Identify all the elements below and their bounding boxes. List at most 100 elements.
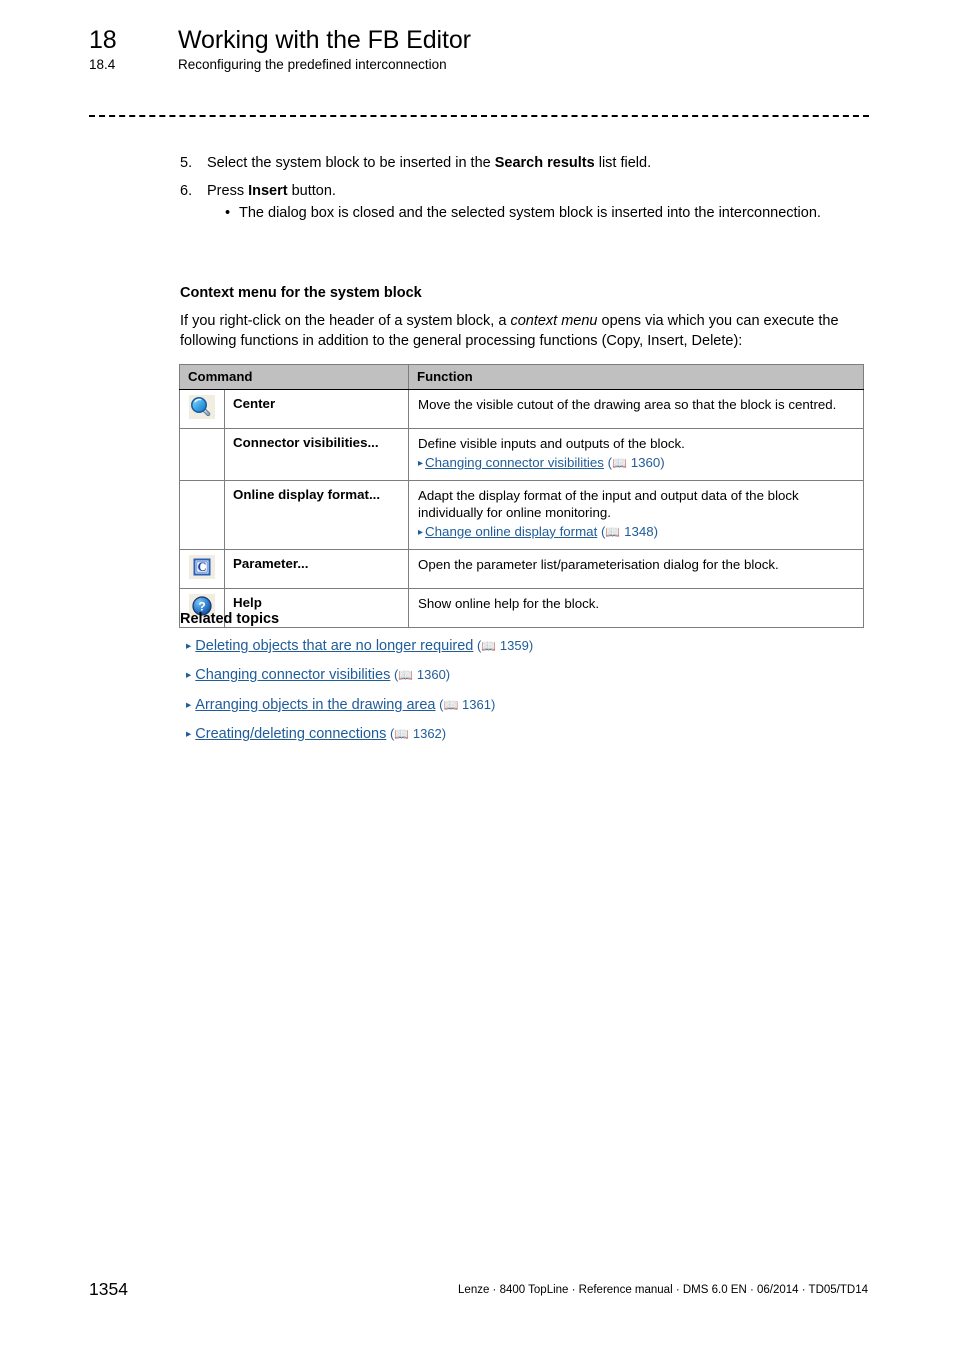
section-line: 18.4 Reconfiguring the predefined interc…	[89, 57, 879, 72]
related-topics-heading: Related topics	[180, 611, 280, 627]
related-topic-link[interactable]: Deleting objects that are no longer requ…	[195, 638, 473, 654]
step-emphasis: Insert	[248, 183, 288, 199]
table-row: ? Help Show online help for the block.	[179, 587, 864, 628]
magnifier-icon	[189, 395, 215, 419]
paragraph-part-1: If you right-click on the header of a sy…	[180, 313, 511, 329]
related-topic-item[interactable]: ▸ Deleting objects that are no longer req…	[186, 638, 786, 655]
triangle-right-icon: ▸	[418, 526, 424, 538]
related-topic-item[interactable]: ▸ Creating/deleting connections (📖 1362)	[186, 726, 786, 743]
cross-reference-page: (📖 1360)	[603, 454, 665, 470]
command-label: Parameter...	[223, 548, 410, 589]
document-page: 18 Working with the FB Editor 18.4 Recon…	[0, 0, 954, 1350]
step-text: Select the system block to be inserted i…	[207, 153, 870, 173]
cross-reference[interactable]: ▸ Changing connector visibilities (📖 1360…	[418, 454, 855, 472]
related-topic-page: (📖 1362)	[386, 726, 447, 742]
svg-text:C: C	[197, 560, 206, 574]
cross-reference-page: (📖 1348)	[597, 523, 659, 539]
related-topic-item[interactable]: ▸ Arranging objects in the drawing area (…	[186, 697, 786, 714]
function-cell: Move the visible cutout of the drawing a…	[408, 389, 864, 429]
book-icon: 📖	[398, 668, 414, 683]
column-header-command: Command	[178, 364, 410, 390]
table-header-row: Command Function	[178, 364, 864, 390]
row-icon-cell: C	[179, 548, 225, 589]
page-number: 1360	[630, 454, 661, 470]
related-topic-page: (📖 1361)	[435, 696, 496, 712]
step-item: 6. Press Insert button. • The dialog box…	[180, 181, 870, 223]
page-number: 1361	[462, 696, 491, 712]
book-icon: 📖	[481, 639, 497, 653]
parameter-c-icon: C	[189, 554, 215, 579]
book-icon: 📖	[394, 727, 410, 742]
page-number: 1360	[416, 667, 446, 683]
cross-reference-link[interactable]: Changing connector visibilities	[425, 455, 604, 470]
column-header-function: Function	[408, 364, 864, 390]
bullet-marker: •	[225, 205, 231, 221]
chapter-number: 18	[89, 26, 117, 54]
related-topic-link[interactable]: Creating/deleting connections	[195, 726, 386, 742]
function-text: Define visible inputs and outputs of the…	[418, 436, 685, 451]
function-cell: Show online help for the block.	[408, 587, 864, 628]
triangle-right-icon: ▸	[186, 698, 192, 711]
related-topic-page: (📖 1359)	[473, 638, 534, 653]
table-row: Center Move the visible cutout of the dr…	[179, 389, 864, 429]
row-icon-cell	[179, 428, 225, 481]
book-icon: 📖	[612, 455, 627, 470]
function-text: Move the visible cutout of the drawing a…	[418, 397, 837, 412]
triangle-right-icon: ▸	[186, 728, 192, 741]
command-label: Online display format...	[223, 479, 410, 550]
step-number: 6.	[180, 183, 193, 199]
section-number: 18.4	[89, 57, 116, 72]
related-topic-link[interactable]: Changing connector visibilities	[195, 667, 390, 683]
table-row: Online display format... Adapt the displ…	[179, 479, 864, 550]
page-number: 1348	[624, 523, 654, 539]
chapter-title: Working with the FB Editor	[178, 26, 471, 54]
footer-page-number: 1354	[89, 1279, 128, 1299]
page-number: 1362	[412, 726, 442, 742]
section-title: Reconfiguring the predefined interconnec…	[178, 57, 447, 72]
step-text-line: Press Insert button.	[207, 181, 870, 201]
page-header: 18 Working with the FB Editor 18.4 Recon…	[89, 26, 879, 72]
command-label: Connector visibilities...	[223, 428, 410, 481]
triangle-right-icon: ▸	[186, 640, 192, 652]
function-text: Show online help for the block.	[418, 595, 600, 611]
table-row: Connector visibilities... Define visible…	[179, 428, 864, 481]
sub-bullet-text: The dialog box is closed and the selecte…	[239, 205, 821, 221]
chapter-line: 18 Working with the FB Editor	[89, 26, 879, 55]
footer-meta-text: Lenze · 8400 TopLine · Reference manual …	[458, 1284, 868, 1296]
paragraph-italic-term: context menu	[510, 313, 598, 329]
function-text: Adapt the display format of the input an…	[418, 487, 799, 503]
function-text: Open the parameter list/parameterisation…	[418, 556, 779, 572]
context-menu-paragraph: If you right-click on the header of a sy…	[180, 311, 870, 351]
step-text-before: Select the system block to be inserted i…	[207, 155, 495, 171]
step-text-before: Press	[207, 183, 249, 199]
command-label: Center	[223, 389, 410, 429]
context-menu-heading: Context menu for the system block	[180, 285, 422, 301]
context-menu-table: Command Function Center Move the visible…	[178, 364, 864, 628]
cross-reference[interactable]: ▸ Change online display format (📖 1348)	[418, 523, 855, 541]
function-cell: Define visible inputs and outputs of the…	[408, 428, 864, 481]
cross-reference-link[interactable]: Change online display format	[425, 524, 597, 539]
row-icon-cell	[179, 479, 225, 550]
related-topic-item[interactable]: ▸ Changing connector visibilities (📖 1360…	[186, 667, 786, 684]
header-divider	[89, 115, 869, 117]
step-number: 5.	[180, 155, 193, 171]
function-text: individually for online monitoring.	[418, 505, 611, 521]
related-topic-link[interactable]: Arranging objects in the drawing area	[195, 697, 435, 713]
step-text-after: button.	[287, 183, 336, 199]
step-text: Press Insert button. • The dialog box is…	[207, 181, 870, 223]
related-topics-list: ▸ Deleting objects that are no longer req…	[186, 638, 786, 756]
row-icon-cell	[179, 389, 225, 429]
step-emphasis: Search results	[494, 155, 595, 171]
function-cell: Adapt the display format of the input an…	[408, 479, 864, 550]
procedure-steps: 5. Select the system block to be inserte…	[180, 153, 870, 231]
step-sub-bullets: • The dialog box is closed and the selec…	[207, 203, 870, 223]
book-icon: 📖	[443, 697, 459, 712]
page-number: 1359	[499, 638, 529, 653]
triangle-right-icon: ▸	[186, 669, 192, 682]
step-item: 5. Select the system block to be inserte…	[180, 153, 870, 173]
function-cell: Open the parameter list/parameterisation…	[408, 548, 864, 589]
book-icon: 📖	[605, 524, 621, 539]
sub-bullet-item: • The dialog box is closed and the selec…	[225, 203, 870, 223]
related-topic-page: (📖 1360)	[390, 667, 451, 683]
triangle-right-icon: ▸	[418, 457, 424, 469]
